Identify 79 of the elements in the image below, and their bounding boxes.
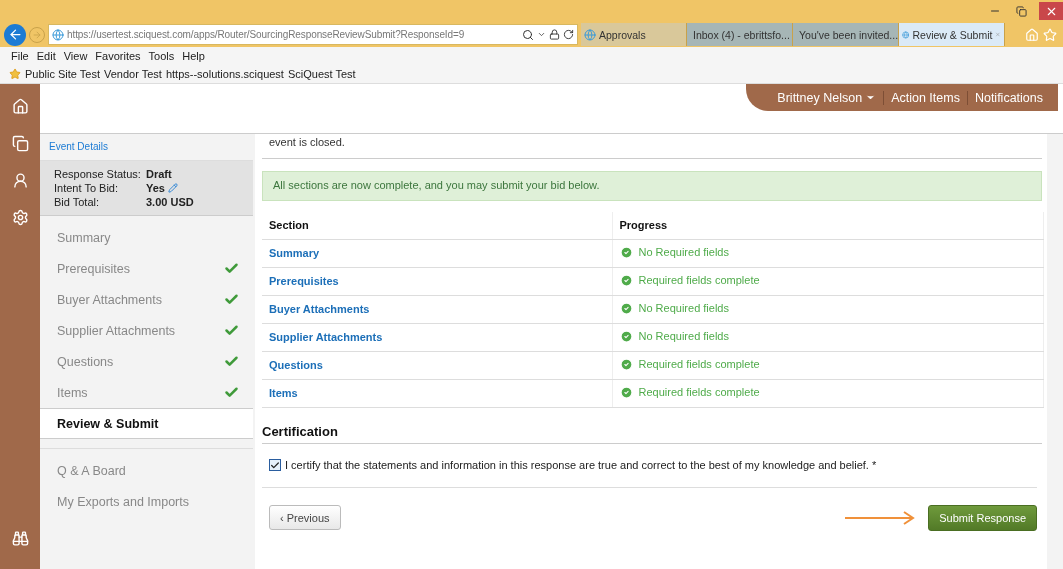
menu-item[interactable]: View <box>63 50 88 62</box>
certify-label: I certify that the statements and information in this response are true and correct to the best of my knowledge and belief. * <box>285 459 877 471</box>
browser-tab[interactable]: Review & Submit <box>899 23 1005 46</box>
section-link[interactable]: Supplier Attachments <box>269 331 383 343</box>
forward-arrow-icon <box>32 29 42 40</box>
refresh-icon[interactable] <box>563 29 574 40</box>
sidebar-step[interactable]: Prerequisites <box>40 253 253 284</box>
status-label: Response Status: <box>54 168 142 180</box>
certify-checkbox[interactable] <box>269 459 281 471</box>
star-icon[interactable] <box>1043 27 1057 42</box>
sidebar-step[interactable]: Supplier Attachments <box>40 315 253 346</box>
status-value: Draft <box>146 168 172 180</box>
progress-text: No Required fields <box>638 330 729 342</box>
sidebar-step[interactable]: Buyer Attachments <box>40 284 253 315</box>
favorites-star-icon[interactable] <box>9 68 21 80</box>
status-label: Intent To Bid: <box>54 182 119 194</box>
arrow-icon <box>844 510 917 525</box>
dropdown-icon[interactable] <box>537 30 546 39</box>
favorite-link[interactable]: Public Site Test <box>25 68 100 80</box>
user-icon[interactable] <box>11 172 29 189</box>
sidebar-link[interactable]: Q & A Board <box>40 455 253 486</box>
column-header: Progress <box>612 212 1044 239</box>
menu-item[interactable]: Edit <box>36 50 56 62</box>
browser-tab[interactable]: Approvals <box>581 23 687 46</box>
sidebar-link[interactable]: My Exports and Imports <box>40 486 253 517</box>
documents-icon[interactable] <box>11 135 29 152</box>
restore-icon <box>1015 5 1027 17</box>
binoculars-icon[interactable] <box>11 530 29 547</box>
progress-text: Required fields complete <box>638 386 760 398</box>
user-menu[interactable]: Brittney Nelson <box>770 90 884 105</box>
section-link[interactable]: Summary <box>269 247 320 259</box>
header-link[interactable]: Action Items <box>883 90 967 105</box>
browser-tab[interactable]: Inbox (4) - ebrittsfo... <box>687 23 793 46</box>
favorite-link[interactable]: Vendor Test <box>104 68 162 80</box>
success-alert: All sections are now complete, and you may submit your bid below. <box>262 171 1042 201</box>
sidebar-step[interactable]: Items <box>40 377 253 408</box>
sidebar-step[interactable]: Review & Submit <box>40 408 253 439</box>
section-link[interactable]: Buyer Attachments <box>269 303 370 315</box>
favorite-link[interactable]: SciQuest Test <box>287 68 356 80</box>
search-icon[interactable] <box>522 28 534 41</box>
back-button[interactable] <box>4 23 26 46</box>
menu-item[interactable]: Tools <box>148 50 175 62</box>
settings-icon[interactable] <box>11 209 29 226</box>
status-value: 3.00 USD <box>146 196 194 208</box>
section-link[interactable]: Prerequisites <box>269 275 339 287</box>
previous-button[interactable]: ‹ Previous <box>269 505 341 530</box>
column-header: Section <box>262 212 612 239</box>
check-circle-icon <box>619 301 633 315</box>
browser-icon <box>584 28 596 41</box>
submit-response-button[interactable]: Submit Response <box>928 504 1037 531</box>
header-link[interactable]: Notifications <box>966 90 1050 105</box>
menu-item[interactable]: File <box>11 50 29 62</box>
check-circle-icon <box>619 385 633 399</box>
progress-text: No Required fields <box>638 246 729 258</box>
sidebar-step[interactable]: Questions <box>40 346 253 377</box>
favorite-link[interactable]: https--solutions.sciquest <box>165 68 284 80</box>
menu-item[interactable]: Favorites <box>95 50 141 62</box>
browser-icon <box>902 28 910 41</box>
check-circle-icon <box>619 357 633 371</box>
sidebar-step[interactable]: Summary <box>40 222 253 253</box>
status-value: Yes <box>146 182 165 194</box>
status-label: Bid Total: <box>54 196 101 208</box>
menu-item[interactable]: Help <box>182 50 205 62</box>
section-link[interactable]: Items <box>269 387 298 399</box>
check-circle-icon <box>619 273 633 287</box>
browser-tab[interactable]: You've been invited... <box>793 23 899 46</box>
check-circle-icon <box>619 329 633 343</box>
home-icon[interactable] <box>11 98 29 115</box>
address-bar[interactable]: https://usertest.sciquest.com/apps/Router/SourcingResponseReviewSubmit?ResponseId=9 <box>48 24 578 45</box>
progress-text: Required fields complete <box>638 274 760 286</box>
close-button[interactable] <box>1039 2 1063 20</box>
intro-text: event is closed. <box>269 136 345 148</box>
lock-icon <box>549 29 560 40</box>
section-link[interactable]: Questions <box>269 359 323 371</box>
certification-heading: Certification <box>262 423 1042 444</box>
browser-icon <box>52 28 64 41</box>
check-circle-icon <box>619 245 633 259</box>
progress-text: No Required fields <box>638 302 729 314</box>
progress-text: Required fields complete <box>638 358 760 370</box>
